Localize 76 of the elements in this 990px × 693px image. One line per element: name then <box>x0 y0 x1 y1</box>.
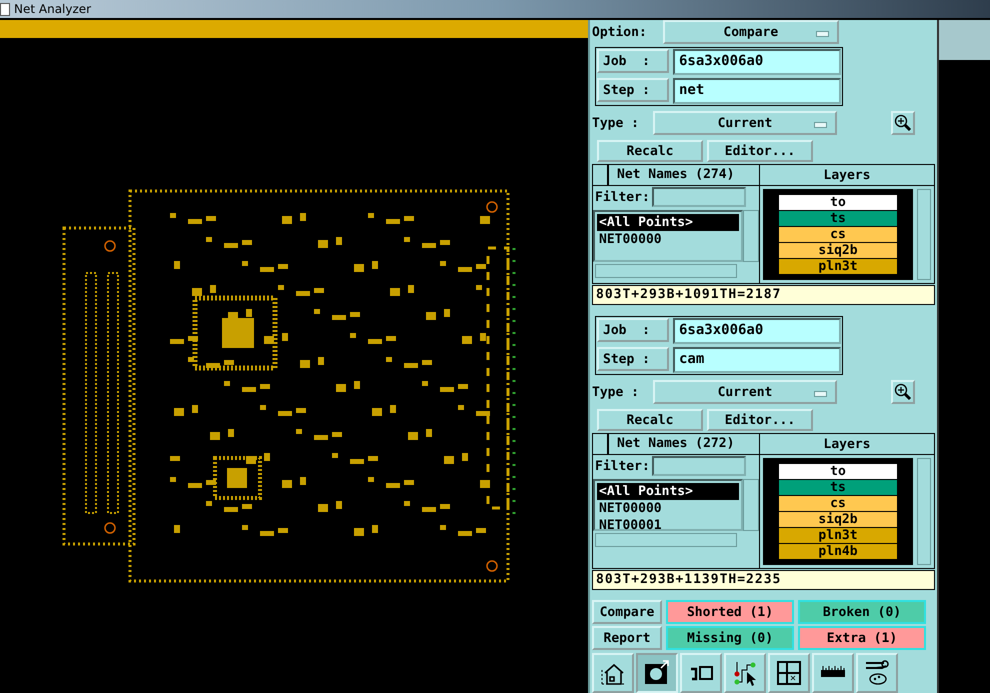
scrollbar[interactable] <box>917 458 931 565</box>
result-button[interactable]: Extra (1) <box>798 626 926 650</box>
layer-item[interactable]: pln3t <box>779 528 897 543</box>
action-button[interactable]: Recalc <box>597 409 703 431</box>
action-button[interactable]: Editor... <box>707 409 813 431</box>
step-field[interactable]: net <box>673 78 841 104</box>
summary-field: 803T+293B+1091TH=2187 <box>592 285 935 305</box>
result-button[interactable]: Broken (0) <box>798 600 926 624</box>
action-button[interactable]: Report <box>592 626 662 650</box>
scrollbar[interactable] <box>743 479 759 531</box>
step-button[interactable]: Step : <box>597 78 669 102</box>
layer-item[interactable]: cs <box>779 227 897 242</box>
layer-item[interactable]: to <box>779 464 897 479</box>
layer-item[interactable]: ts <box>779 480 897 495</box>
option-dropdown[interactable]: Compare <box>662 20 839 44</box>
net-item[interactable]: <All Points> <box>597 483 739 500</box>
zoom-in-icon <box>894 383 912 401</box>
dropdown-indicator-icon <box>816 31 829 37</box>
type-dropdown[interactable]: Current <box>652 111 837 135</box>
tools-palette-icon <box>864 660 890 686</box>
result-button[interactable]: Shorted (1) <box>666 600 794 624</box>
zoom-button[interactable] <box>890 380 915 404</box>
toolbar-button[interactable] <box>812 653 854 693</box>
net-item[interactable]: NET00000 <box>597 500 739 517</box>
summary-field: 803T+293B+1139TH=2235 <box>592 570 935 590</box>
layers-header: Layers <box>760 165 934 186</box>
type-label: Type : <box>592 116 639 130</box>
layer-item[interactable]: pln4b <box>779 544 897 559</box>
layer-item[interactable]: siq2b <box>779 243 897 258</box>
toolbar-button[interactable] <box>636 653 678 693</box>
dropdown-indicator-icon <box>814 122 827 128</box>
scrollbar[interactable] <box>917 189 931 280</box>
toolbar-button[interactable] <box>724 653 766 693</box>
scrollbar[interactable] <box>595 264 737 278</box>
toolbar-button[interactable] <box>856 653 898 693</box>
filter-label: Filter: <box>595 458 650 474</box>
toolbar-button[interactable] <box>592 653 634 693</box>
dropdown-indicator-icon <box>814 391 827 397</box>
layer-item[interactable]: cs <box>779 496 897 511</box>
layer-item[interactable]: siq2b <box>779 512 897 527</box>
scrollbar[interactable] <box>595 533 737 547</box>
filter-field[interactable] <box>652 456 746 476</box>
net-item[interactable]: NET00000 <box>597 231 739 248</box>
zoom-button[interactable] <box>890 111 915 135</box>
net-item[interactable]: <All Points> <box>597 214 739 231</box>
grid-xy-icon <box>776 660 802 686</box>
layer-item[interactable]: pln3t <box>779 259 897 274</box>
job-button[interactable]: Job : <box>597 49 669 73</box>
option-label: Option: <box>592 24 647 40</box>
filter-label: Filter: <box>595 190 650 204</box>
type-dropdown[interactable]: Current <box>652 380 837 404</box>
window-icon <box>0 2 10 16</box>
action-button[interactable]: Recalc <box>597 140 703 162</box>
net-names-header: Net Names (274) <box>616 166 734 184</box>
job-field[interactable]: 6sa3x006a0 <box>673 49 841 75</box>
layer-item[interactable]: to <box>779 195 897 210</box>
toolbar-button[interactable] <box>680 653 722 693</box>
job-field[interactable]: 6sa3x006a0 <box>673 318 841 344</box>
net-item[interactable]: NET00001 <box>597 517 739 534</box>
zoom-in-icon <box>894 114 912 132</box>
filter-field[interactable] <box>652 187 746 207</box>
circle-arrow-icon <box>644 660 670 686</box>
job-button[interactable]: Job : <box>597 318 669 342</box>
type-label: Type : <box>592 384 639 400</box>
scrollbar[interactable] <box>743 210 759 262</box>
action-button[interactable]: Editor... <box>707 140 813 162</box>
window-title: Net Analyzer <box>14 2 92 16</box>
layers-header: Layers <box>760 434 934 455</box>
step-field[interactable]: cam <box>673 347 841 373</box>
layer-item[interactable]: ts <box>779 211 897 226</box>
route-cursor-icon <box>732 660 758 686</box>
net-names-header: Net Names (272) <box>616 435 734 453</box>
action-button[interactable]: Compare <box>592 600 662 624</box>
toolbar-button[interactable] <box>768 653 810 693</box>
step-button[interactable]: Step : <box>597 347 669 371</box>
result-button[interactable]: Missing (0) <box>666 626 794 650</box>
